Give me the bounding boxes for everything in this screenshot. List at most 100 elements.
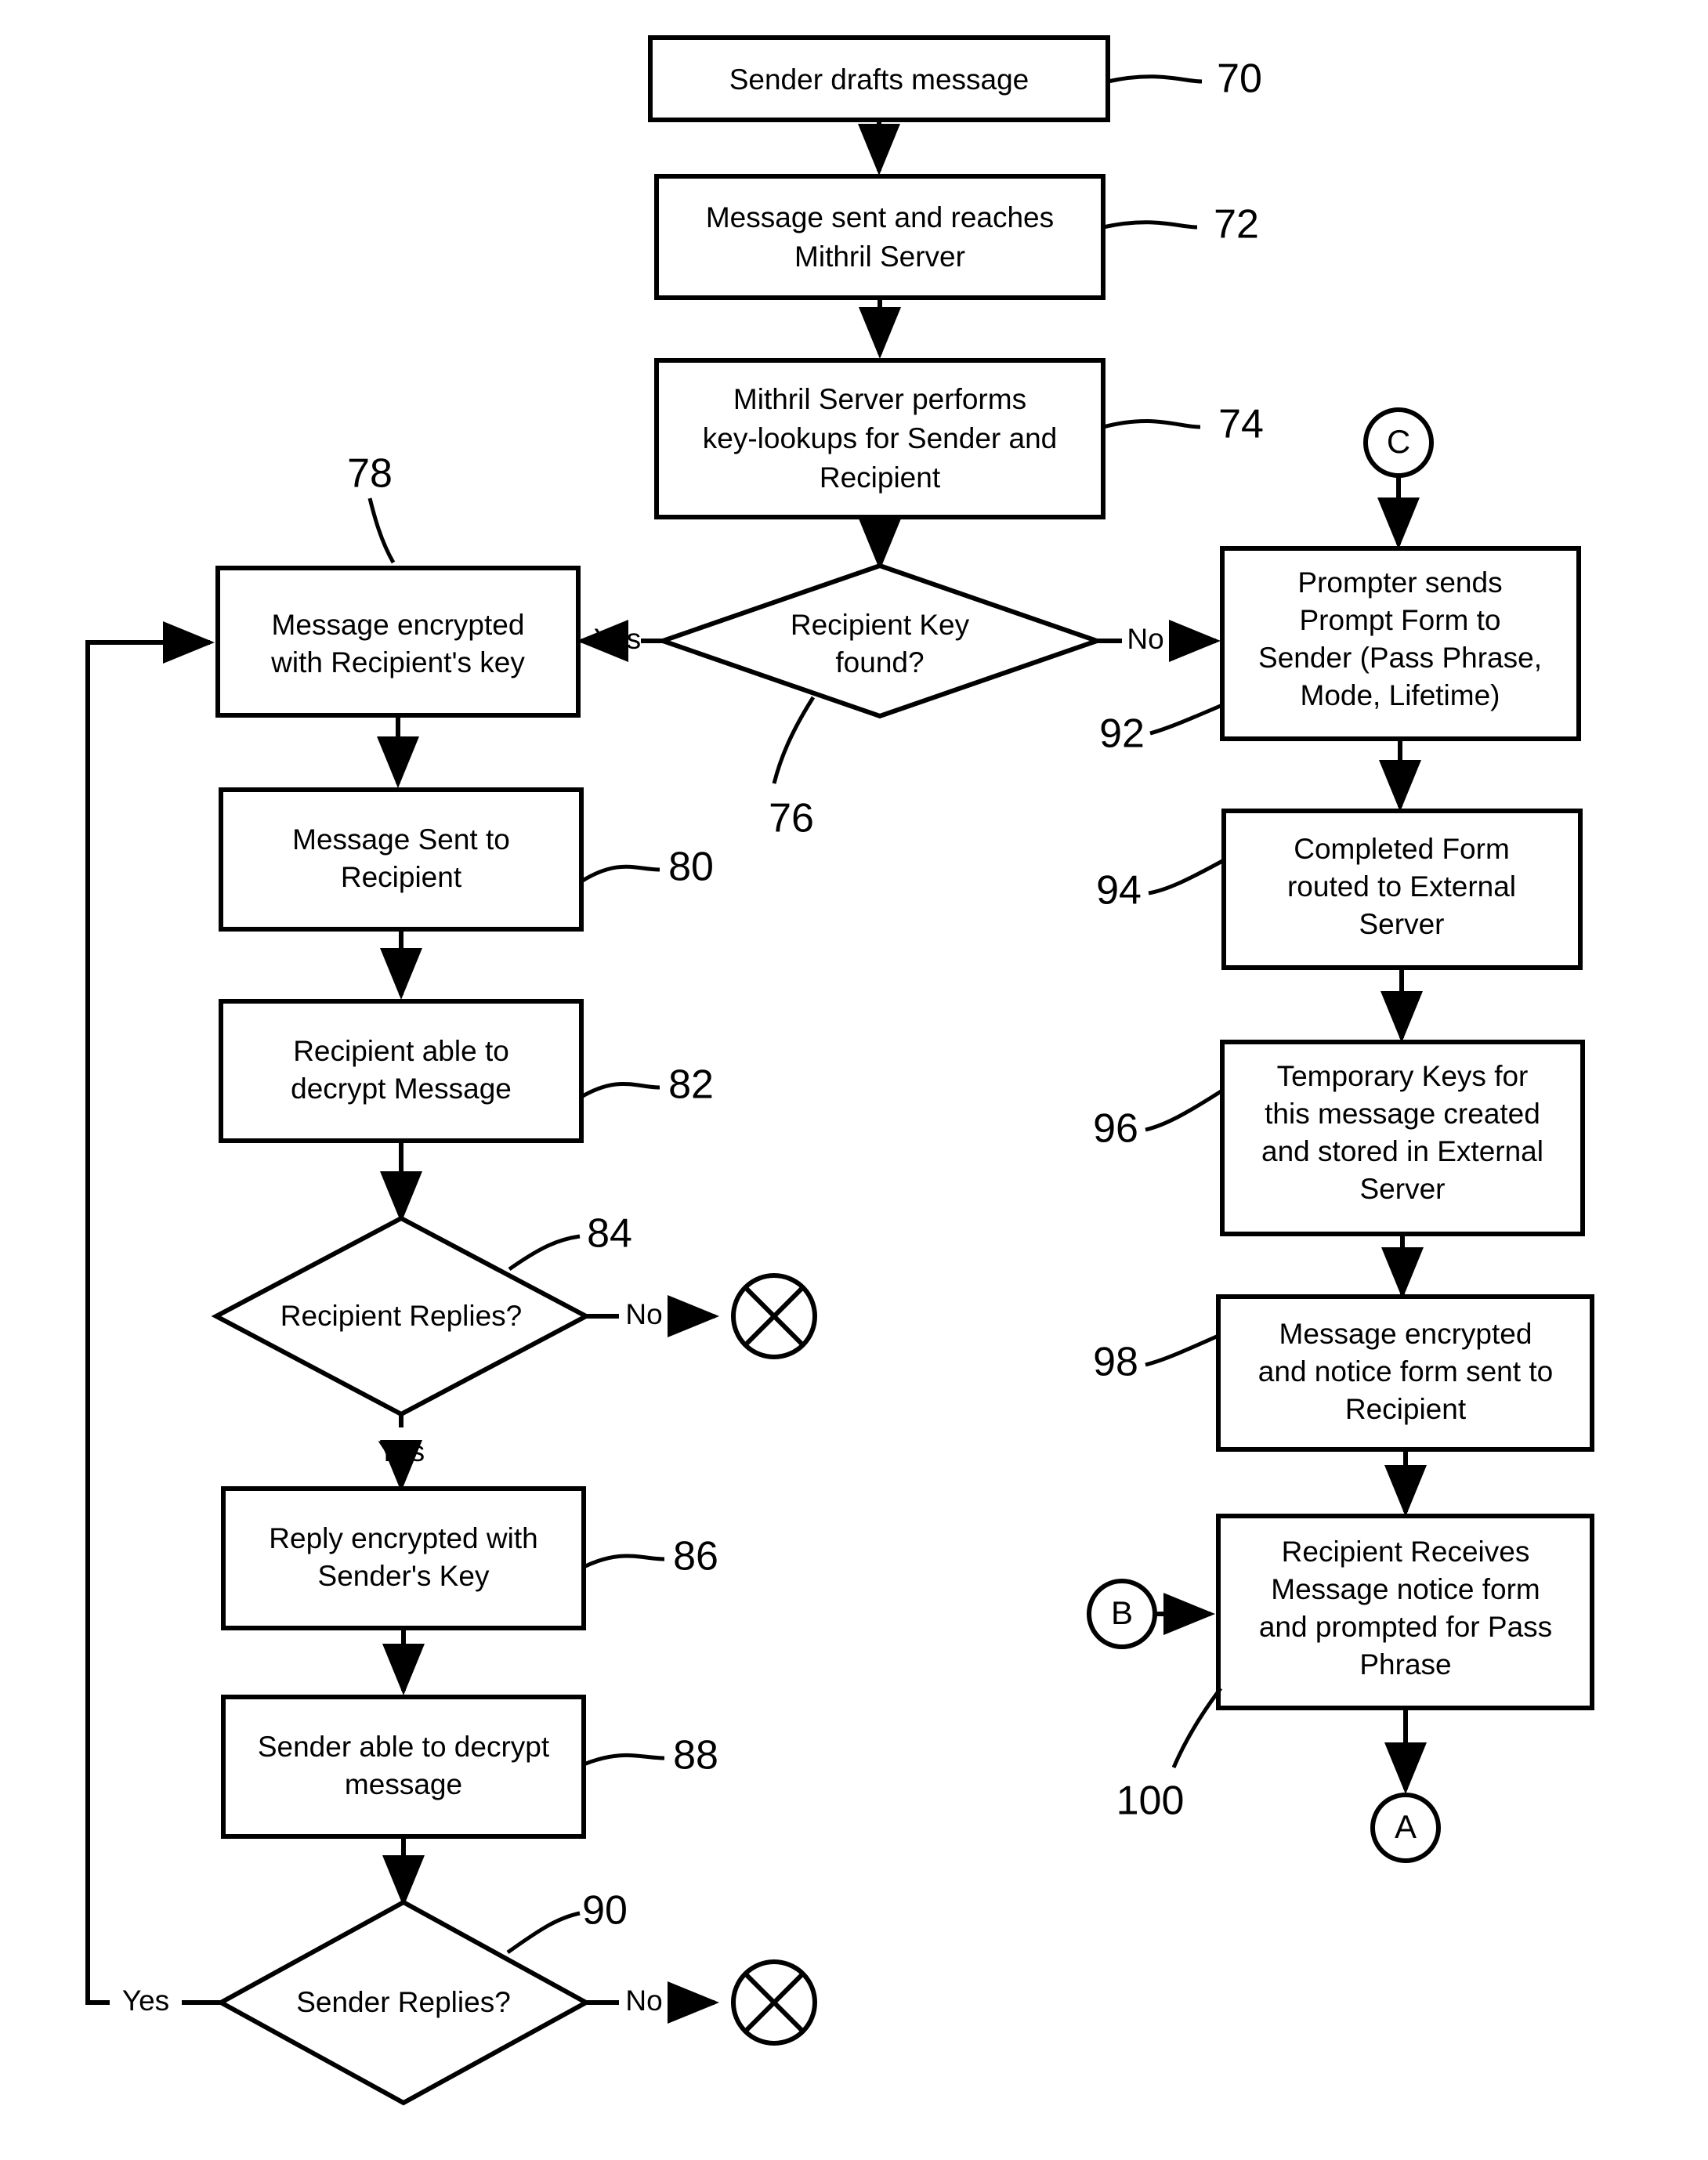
node-100-line-3: Phrase (1359, 1648, 1451, 1681)
node-98-line-0: Message encrypted (1279, 1318, 1532, 1350)
node-82-box (219, 999, 584, 1143)
node-92-line-2: Sender (Pass Phrase, (1258, 642, 1542, 674)
node-78-line-1: with Recipient's key (270, 646, 525, 678)
leader-80 (580, 864, 660, 884)
node-96-line-0: Temporary Keys for (1277, 1060, 1529, 1092)
leader-88 (583, 1753, 665, 1767)
conn-a-label: A (1395, 1808, 1417, 1845)
conn-b: B (1087, 1579, 1157, 1649)
node-98-line-1: and notice form sent to (1258, 1355, 1553, 1388)
node-88: Sender able to decrypt message (221, 1695, 586, 1839)
term-84 (731, 1273, 817, 1359)
node-72-line-0: Message sent and reaches (706, 201, 1054, 233)
node-74-line-2: Recipient (820, 461, 941, 494)
leader-90 (506, 1911, 581, 1955)
leader-94 (1148, 858, 1225, 895)
node-94-line-0: Completed Form (1294, 833, 1510, 865)
leader-72 (1102, 220, 1198, 230)
flowchart-svg: Sender drafts message 70 Message sent an… (85, 35, 1594, 2106)
node-76-diamond (655, 563, 1105, 719)
node-94: Completed Form routed to External Server (1221, 809, 1583, 970)
ref-number-80: 80 (668, 845, 714, 890)
node-92-line-1: Prompt Form to (1300, 604, 1501, 636)
node-74-line-0: Mithril Server performs (733, 383, 1026, 415)
conn-c-label: C (1387, 423, 1410, 460)
node-86-line-0: Reply encrypted with (269, 1522, 537, 1554)
node-98-line-2: Recipient (1345, 1393, 1467, 1425)
ref-number-84: 84 (587, 1211, 632, 1257)
edge-label-key-found-no: No (1127, 623, 1163, 655)
node-78-box (215, 566, 581, 718)
conn-b-label: B (1111, 1594, 1133, 1631)
ref-number-90: 90 (582, 1888, 628, 1934)
node-74: Mithril Server performs key-lookups for … (654, 358, 1105, 519)
node-72: Message sent and reaches Mithril Server (654, 174, 1105, 300)
flowchart-canvas: Sender drafts message 70 Message sent an… (0, 0, 1708, 2160)
node-100: Recipient Receives Message notice form a… (1216, 1514, 1594, 1710)
ref-number-72: 72 (1214, 202, 1259, 248)
edge-label-recipient-replies-yes: Yes (378, 1435, 425, 1467)
ref-number-86: 86 (673, 1534, 718, 1579)
node-84-line-0: Recipient Replies? (280, 1300, 523, 1332)
node-86-line-1: Sender's Key (318, 1560, 490, 1592)
node-88-box (221, 1695, 586, 1839)
node-76-line-0: Recipient Key (791, 609, 970, 641)
ref-number-82: 82 (668, 1062, 714, 1108)
node-70-line-0: Sender drafts message (729, 63, 1030, 96)
node-96-line-1: this message created (1265, 1098, 1540, 1130)
term-90 (731, 1959, 817, 2046)
node-80-line-0: Message Sent to (292, 823, 510, 856)
ref-number-96: 96 (1093, 1106, 1138, 1152)
ref-number-98: 98 (1093, 1340, 1138, 1385)
node-100-line-1: Message notice form (1271, 1573, 1540, 1605)
leader-86 (582, 1554, 665, 1569)
node-96-line-3: Server (1360, 1173, 1446, 1205)
node-86-box (221, 1486, 586, 1630)
node-72-line-1: Mithril Server (794, 241, 965, 273)
edge-label-recipient-replies-no: No (625, 1298, 662, 1330)
node-82: Recipient able to decrypt Message (219, 999, 584, 1143)
edge-label-sender-replies-yes: Yes (122, 1985, 169, 2017)
leader-82 (580, 1081, 660, 1099)
node-96: Temporary Keys for this message created … (1220, 1040, 1585, 1236)
node-86: Reply encrypted with Sender's Key (221, 1486, 586, 1630)
leader-100 (1171, 1687, 1222, 1768)
node-82-line-0: Recipient able to (293, 1035, 509, 1067)
ref-number-94: 94 (1096, 868, 1142, 914)
node-88-line-0: Sender able to decrypt (258, 1731, 550, 1763)
node-80-box (219, 787, 584, 932)
node-82-line-1: decrypt Message (291, 1073, 512, 1105)
node-76-line-1: found? (835, 646, 924, 678)
node-94-line-1: routed to External (1287, 870, 1516, 903)
node-78-line-0: Message encrypted (272, 609, 525, 641)
leader-76 (772, 696, 816, 784)
leader-70 (1107, 74, 1203, 84)
leader-92 (1149, 703, 1223, 736)
node-100-line-2: and prompted for Pass (1259, 1611, 1552, 1643)
node-80: Message Sent to Recipient (219, 787, 584, 932)
ref-number-76: 76 (769, 796, 814, 841)
conn-c: C (1363, 407, 1434, 478)
leader-84 (508, 1234, 581, 1272)
edge-label-sender-replies-no: No (625, 1985, 662, 2017)
node-92-line-0: Prompter sends (1297, 566, 1502, 599)
ref-number-70: 70 (1217, 56, 1262, 102)
node-90: Sender Replies? (215, 1899, 592, 2106)
ref-number-78: 78 (347, 451, 393, 497)
node-76: Recipient Key found? (655, 563, 1105, 719)
node-84: Recipient Replies? (211, 1215, 592, 1417)
node-74-line-1: key-lookups for Sender and (703, 422, 1058, 454)
leader-78 (367, 497, 396, 564)
node-92-line-3: Mode, Lifetime) (1301, 679, 1500, 711)
leader-96 (1145, 1088, 1224, 1132)
node-92: Prompter sends Prompt Form to Sender (Pa… (1220, 546, 1581, 741)
node-88-line-1: message (345, 1768, 462, 1800)
node-94-line-2: Server (1359, 908, 1445, 940)
node-72-box (654, 174, 1105, 300)
node-100-line-0: Recipient Receives (1282, 1536, 1530, 1568)
node-98: Message encrypted and notice form sent t… (1216, 1294, 1594, 1452)
leader-74 (1102, 418, 1201, 429)
edge-label-key-found-yes: Yes (594, 623, 641, 655)
node-96-line-2: and stored in External (1261, 1135, 1543, 1167)
node-78: Message encrypted with Recipient's key (215, 566, 581, 718)
